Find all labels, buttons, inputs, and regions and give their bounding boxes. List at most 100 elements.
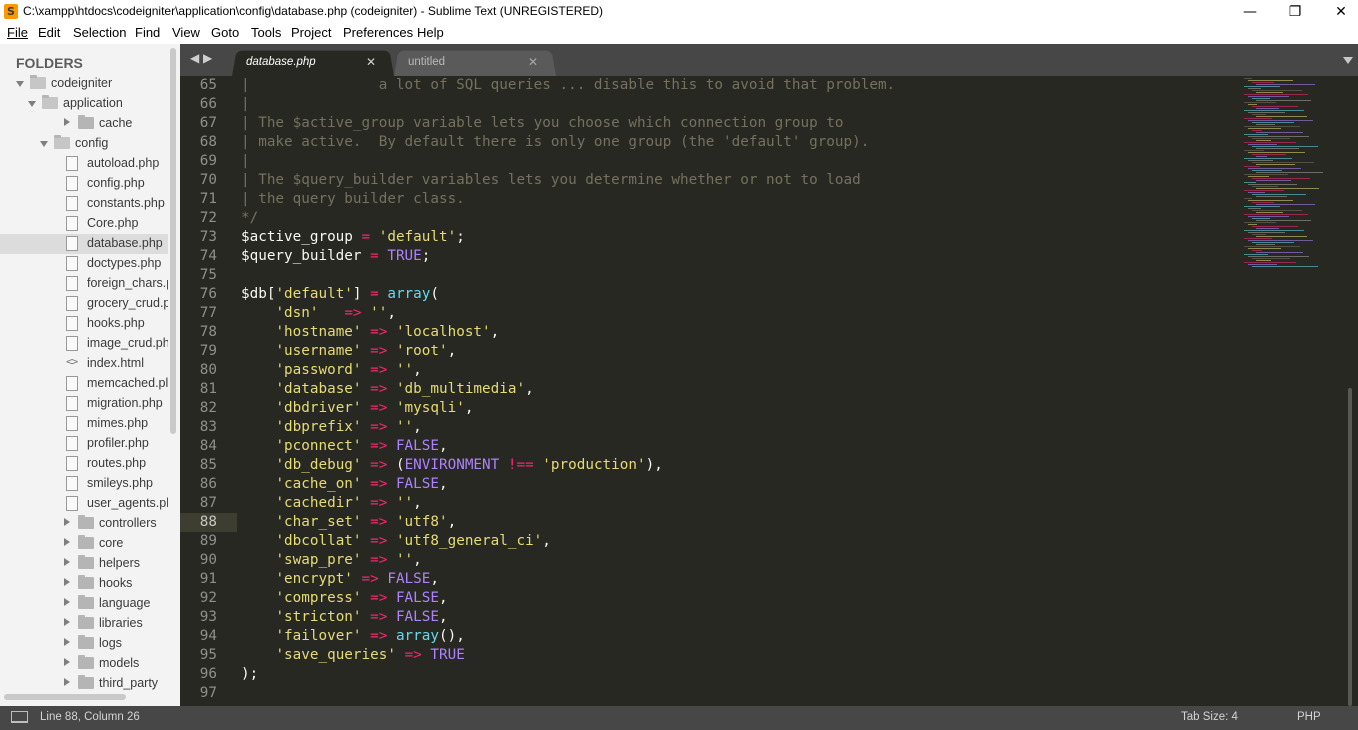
tab-untitled[interactable]: untitled ✕ — [394, 49, 556, 76]
folder-item-cache[interactable]: cache — [0, 114, 168, 134]
tab-size-indicator[interactable]: Tab Size: 4 — [1181, 711, 1238, 723]
code-line[interactable]: 'password' => '', — [241, 361, 421, 380]
file-item-index-html[interactable]: <> index.html — [0, 354, 168, 374]
code-line[interactable]: 'compress' => FALSE, — [241, 589, 447, 608]
code-line[interactable]: 'db_debug' => (ENVIRONMENT !== 'producti… — [241, 456, 662, 475]
menu-file[interactable]: File — [7, 25, 28, 40]
chevron-right-icon[interactable] — [64, 578, 70, 586]
chevron-down-icon[interactable] — [16, 81, 24, 87]
code-line[interactable]: 'username' => 'root', — [241, 342, 456, 361]
file-item-database-php[interactable]: database.php — [0, 234, 168, 254]
file-item-constants-php[interactable]: constants.php — [0, 194, 168, 214]
menu-goto[interactable]: Goto — [211, 25, 239, 40]
chevron-right-icon[interactable] — [64, 518, 70, 526]
sidebar-vertical-scrollbar[interactable] — [170, 48, 176, 434]
code-line[interactable]: | the query builder class. — [241, 190, 465, 209]
chevron-right-icon[interactable] — [64, 618, 70, 626]
folder-item-models[interactable]: models — [0, 654, 168, 674]
folder-item-logs[interactable]: logs — [0, 634, 168, 654]
code-line[interactable]: 'encrypt' => FALSE, — [241, 570, 439, 589]
minimize-button[interactable]: — — [1227, 0, 1273, 24]
folder-item-controllers[interactable]: controllers — [0, 514, 168, 534]
console-panel-icon[interactable] — [11, 711, 28, 723]
folder-item-libraries[interactable]: libraries — [0, 614, 168, 634]
close-icon[interactable]: ✕ — [366, 55, 376, 69]
file-item-mimes-php[interactable]: mimes.php — [0, 414, 168, 434]
code-line[interactable]: 'cachedir' => '', — [241, 494, 421, 513]
menu-edit[interactable]: Edit — [38, 25, 60, 40]
file-item-user-agents-ph[interactable]: user_agents.ph — [0, 494, 168, 514]
file-item-core-php[interactable]: Core.php — [0, 214, 168, 234]
file-item-grocery-crud-p[interactable]: grocery_crud.p — [0, 294, 168, 314]
close-window-button[interactable]: ✕ — [1318, 0, 1358, 24]
file-item-doctypes-php[interactable]: doctypes.php — [0, 254, 168, 274]
menu-selection[interactable]: Selection — [73, 25, 126, 40]
tab-nav-arrows[interactable]: ◀ ▶ — [190, 51, 212, 65]
chevron-right-icon[interactable] — [64, 678, 70, 686]
close-icon[interactable]: ✕ — [528, 55, 538, 69]
folder-item-helpers[interactable]: helpers — [0, 554, 168, 574]
tab-database-php[interactable]: database.php ✕ — [232, 49, 394, 76]
file-item-routes-php[interactable]: routes.php — [0, 454, 168, 474]
file-item-autoload-php[interactable]: autoload.php — [0, 154, 168, 174]
file-item-smileys-php[interactable]: smileys.php — [0, 474, 168, 494]
code-line[interactable]: 'database' => 'db_multimedia', — [241, 380, 533, 399]
code-line[interactable]: | make active. By default there is only … — [241, 133, 869, 152]
folder-item-codeigniter[interactable]: codeigniter — [0, 74, 168, 94]
code-editor[interactable]: 65 66 67 68 69 70 71 72 73 74 75 76 77 78 79 80 81 82 83 84… — [180, 76, 1358, 706]
chevron-right-icon[interactable] — [64, 658, 70, 666]
chevron-right-icon[interactable] — [64, 598, 70, 606]
code-line[interactable]: | The $active_group variable lets you ch… — [241, 114, 844, 133]
minimap[interactable] — [1244, 76, 1342, 276]
code-line[interactable]: 'dbcollat' => 'utf8_general_ci', — [241, 532, 550, 551]
code-line[interactable]: 'save_queries' => TRUE — [241, 646, 464, 665]
menu-preferences[interactable]: Preferences — [343, 25, 413, 40]
file-item-config-php[interactable]: config.php — [0, 174, 168, 194]
folder-item-third-party[interactable]: third_party — [0, 674, 168, 694]
code-line[interactable]: 'dbdriver' => 'mysqli', — [241, 399, 473, 418]
menu-help[interactable]: Help — [417, 25, 444, 40]
code-line[interactable]: 'hostname' => 'localhost', — [241, 323, 499, 342]
syntax-indicator[interactable]: PHP — [1297, 711, 1321, 723]
code-line[interactable]: | The $query_builder variables lets you … — [241, 171, 861, 190]
code-line[interactable]: */ — [241, 209, 258, 228]
code-line[interactable]: ); — [241, 665, 258, 684]
file-item-migration-php[interactable]: migration.php — [0, 394, 168, 414]
chevron-right-icon[interactable] — [64, 558, 70, 566]
folder-item-language[interactable]: language — [0, 594, 168, 614]
menu-tools[interactable]: Tools — [251, 25, 281, 40]
editor-vertical-scrollbar[interactable] — [1348, 388, 1352, 706]
chevron-right-icon[interactable] — [64, 118, 70, 126]
code-line[interactable]: 'failover' => array(), — [241, 627, 464, 646]
folder-item-application[interactable]: application — [0, 94, 168, 114]
chevron-down-icon[interactable] — [28, 101, 36, 107]
code-line[interactable]: | a lot of SQL queries ... disable this … — [241, 76, 895, 95]
maximize-button[interactable]: ❐ — [1272, 0, 1318, 24]
code-line[interactable]: 'cache_on' => FALSE, — [241, 475, 447, 494]
chevron-down-icon[interactable] — [40, 141, 48, 147]
code-line[interactable]: 'stricton' => FALSE, — [241, 608, 447, 627]
code-line[interactable]: | — [241, 95, 250, 114]
menu-find[interactable]: Find — [135, 25, 160, 40]
menu-project[interactable]: Project — [291, 25, 331, 40]
code-line[interactable]: 'dbprefix' => '', — [241, 418, 421, 437]
folder-item-core[interactable]: core — [0, 534, 168, 554]
chevron-down-icon[interactable] — [1343, 57, 1353, 64]
file-item-image-crud-ph[interactable]: image_crud.ph — [0, 334, 168, 354]
file-item-hooks-php[interactable]: hooks.php — [0, 314, 168, 334]
file-item-profiler-php[interactable]: profiler.php — [0, 434, 168, 454]
code-line[interactable]: $query_builder = TRUE; — [241, 247, 430, 266]
menu-view[interactable]: View — [172, 25, 200, 40]
folder-item-hooks[interactable]: hooks — [0, 574, 168, 594]
code-line[interactable]: 'pconnect' => FALSE, — [241, 437, 447, 456]
code-line[interactable]: | — [241, 152, 250, 171]
code-line[interactable]: $db['default'] = array( — [241, 285, 439, 304]
code-line[interactable]: 'char_set' => 'utf8', — [241, 513, 456, 532]
code-line[interactable]: 'dsn' => '', — [241, 304, 396, 323]
sidebar-horizontal-scrollbar[interactable] — [4, 694, 126, 700]
chevron-right-icon[interactable] — [64, 538, 70, 546]
file-item-foreign-chars-p[interactable]: foreign_chars.p — [0, 274, 168, 294]
chevron-right-icon[interactable] — [64, 638, 70, 646]
folder-item-config[interactable]: config — [0, 134, 168, 154]
code-line[interactable]: 'swap_pre' => '', — [241, 551, 421, 570]
